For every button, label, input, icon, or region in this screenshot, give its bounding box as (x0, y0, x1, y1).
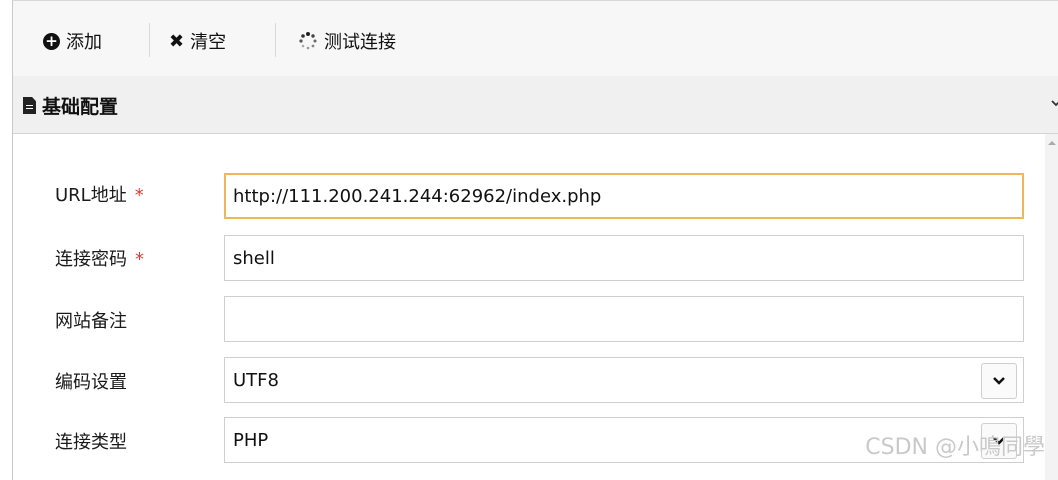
chevron-down-icon (993, 377, 1005, 385)
connection-type-value: PHP (233, 429, 269, 451)
section-title: 基础配置 (23, 92, 118, 119)
required-marker: * (135, 249, 144, 270)
test-connection-button[interactable]: 测试连接 (298, 27, 396, 55)
connection-type-label: 连接类型 (55, 432, 127, 453)
document-icon (23, 97, 36, 114)
url-input[interactable]: http://111.200.241.244:62962/index.php (224, 173, 1024, 219)
add-button[interactable]: + 添加 (43, 27, 102, 55)
encoding-dropdown-button[interactable] (981, 363, 1017, 399)
section-title-text: 基础配置 (42, 96, 119, 118)
url-label: URL地址 * (55, 185, 144, 206)
url-value: http://111.200.241.244:62962/index.php (233, 185, 602, 207)
toolbar: + 添加 ✖ 清空 测试连接 (13, 1, 1058, 77)
toolbar-divider (149, 23, 150, 57)
note-label: 网站备注 (55, 311, 127, 332)
note-input[interactable] (224, 296, 1024, 342)
basic-config-header[interactable]: 基础配置 (13, 76, 1058, 134)
encoding-label: 编码设置 (55, 372, 127, 393)
clear-button[interactable]: ✖ 清空 (169, 27, 226, 55)
scroll-up-arrow-icon[interactable] (1048, 141, 1056, 145)
plus-circle-icon: + (43, 32, 60, 50)
clear-button-label: 清空 (190, 32, 227, 53)
encoding-value: UTF8 (233, 369, 279, 391)
add-button-label: 添加 (66, 32, 102, 53)
password-input[interactable]: shell (224, 235, 1024, 281)
password-label: 连接密码 * (55, 249, 144, 270)
test-connection-label: 测试连接 (324, 32, 396, 53)
chevron-down-icon[interactable] (1051, 98, 1058, 108)
toolbar-divider (275, 23, 276, 57)
watermark: CSDN @小鳴同學 (865, 435, 1045, 460)
scrollbar[interactable] (1045, 134, 1058, 480)
close-icon: ✖ (169, 30, 185, 52)
spinner-icon (298, 31, 318, 51)
encoding-select[interactable]: UTF8 (224, 357, 1024, 403)
add-shell-dialog: + 添加 ✖ 清空 测试连接 基础配置 URL地址 * http://111.2… (12, 0, 1058, 480)
password-value: shell (233, 247, 275, 269)
required-marker: * (134, 185, 144, 206)
